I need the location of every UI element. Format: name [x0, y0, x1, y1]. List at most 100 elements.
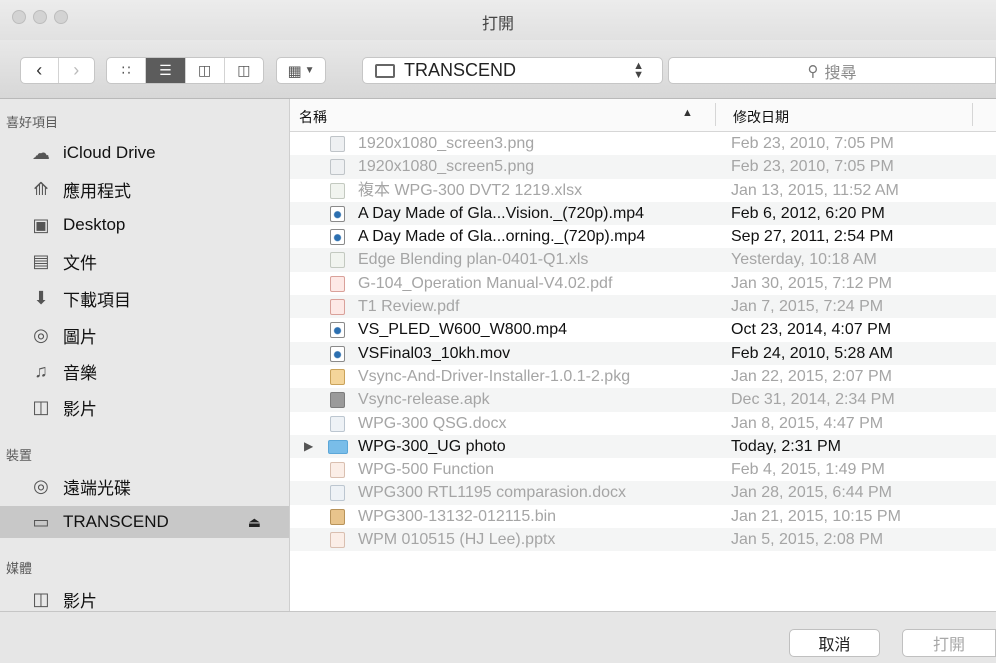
column-divider[interactable] [715, 103, 716, 126]
sidebar-item-pictures[interactable]: ◎ 圖片 [0, 319, 289, 351]
back-button[interactable]: ‹ [21, 58, 59, 83]
date-column-header[interactable]: 修改日期 [733, 107, 789, 127]
sidebar-item-documents[interactable]: ▤ 文件 [0, 245, 289, 277]
coverflow-view-icon: ◫ [237, 62, 251, 78]
applications-icon: ⟰ [33, 178, 49, 199]
cloud-icon: ☁ [32, 142, 50, 163]
movies-icon: ◫ [32, 396, 50, 417]
chevron-down-icon: ▼ [304, 65, 315, 76]
pdf-file-icon [330, 275, 345, 292]
file-row[interactable]: Vsync-And-Driver-Installer-1.0.1-2.pkg Ja… [290, 365, 996, 388]
file-rows: 1920x1080_screen3.png Feb 23, 2010, 7:05 … [290, 132, 996, 552]
file-row[interactable]: WPG300 RTL1195 comparasion.docx Jan 28, 2… [290, 481, 996, 505]
disclosure-triangle-icon[interactable]: ▶ [304, 435, 313, 458]
column-divider[interactable] [972, 103, 973, 126]
file-row[interactable]: 1920x1080_screen5.png Feb 23, 2010, 7:05 … [290, 155, 996, 179]
music-icon: ♫ [34, 360, 48, 381]
sidebar-item-music[interactable]: ♫ 音樂 [0, 355, 289, 387]
list-view-button[interactable]: ☰ [146, 58, 186, 83]
spreadsheet-file-icon [330, 182, 345, 199]
sidebar-item-downloads[interactable]: ⬇ 下載項目 [0, 282, 289, 314]
chevron-left-icon: ‹ [36, 60, 43, 80]
package-file-icon [330, 368, 345, 385]
file-modified-date: Jan 30, 2015, 7:12 PM [731, 274, 892, 292]
search-field[interactable]: ⚲ 搜尋 [668, 57, 996, 84]
file-modified-date: Sep 27, 2011, 2:54 PM [731, 228, 894, 246]
sidebar-item-icloud-drive[interactable]: ☁ iCloud Drive [0, 137, 289, 169]
eject-icon[interactable]: ⏏ [248, 514, 261, 531]
file-modified-date: Dec 31, 2014, 2:34 PM [731, 391, 895, 409]
toolbar: ‹ › ∷ ☰ ◫ ◫ ▦ ▼ TRANSCEND ▲ ▼ ⚲ 搜尋 [0, 40, 996, 99]
image-file-icon [330, 159, 345, 176]
file-row[interactable]: Edge Blending plan-0401-Q1.xls Yesterday,… [290, 248, 996, 272]
file-name: WPG300-13132-012115.bin [358, 507, 557, 525]
arrange-menu-button[interactable]: ▦ ▼ [276, 57, 326, 84]
view-mode-control: ∷ ☰ ◫ ◫ [106, 57, 264, 84]
file-row[interactable]: 複本 WPG-300 DVT2 1219.xlsx Jan 13, 2015, 1… [290, 179, 996, 202]
file-name: 複本 WPG-300 DVT2 1219.xlsx [358, 181, 583, 199]
file-modified-date: Jan 8, 2015, 4:47 PM [731, 414, 884, 432]
sidebar-item-movies[interactable]: ◫ 影片 [0, 391, 289, 423]
file-name: Edge Blending plan-0401-Q1.xls [358, 251, 589, 269]
file-row[interactable]: WPG-500 Function Feb 4, 2015, 1:49 PM [290, 458, 996, 481]
file-name: 1920x1080_screen5.png [358, 158, 535, 176]
updown-chevron-icon: ▲ ▼ [633, 59, 644, 81]
back-forward-control: ‹ › [20, 57, 95, 84]
file-row[interactable]: A Day Made of Gla...Vision._(720p).mp4 Fe… [290, 201, 996, 226]
sidebar-section-devices: 裝置 [6, 448, 33, 463]
video-file-icon [330, 205, 345, 222]
coverflow-view-button[interactable]: ◫ [225, 58, 263, 83]
open-button[interactable]: 打開 [902, 629, 996, 657]
file-name: G-104_Operation Manual-V4.02.pdf [358, 274, 613, 292]
sidebar-item-remote-disc[interactable]: ◎ 遠端光碟 [0, 470, 289, 502]
file-name: WPG-500 Function [358, 461, 495, 479]
file-row[interactable]: A Day Made of Gla...orning._(720p).mp4 Se… [290, 225, 996, 248]
file-name: 1920x1080_screen3.png [358, 135, 535, 152]
file-name: WPG-300 QSG.docx [358, 414, 507, 432]
arrange-grid-icon: ▦ [287, 62, 302, 80]
icon-view-button[interactable]: ∷ [107, 58, 147, 83]
file-row[interactable]: G-104_Operation Manual-V4.02.pdf Jan 30, … [290, 272, 996, 295]
column-view-icon: ◫ [198, 62, 212, 78]
file-name: VSFinal03_10kh.mov [358, 344, 511, 362]
disc-icon: ◎ [33, 475, 49, 496]
location-popup[interactable]: TRANSCEND ▲ ▼ [362, 57, 663, 84]
window-title: 打開 [481, 16, 514, 33]
file-row[interactable]: T1 Review.pdf Jan 7, 2015, 7:24 PM [290, 295, 996, 319]
file-row[interactable]: VSFinal03_10kh.mov Feb 24, 2010, 5:28 AM [290, 341, 996, 365]
column-view-button[interactable]: ◫ [186, 58, 225, 83]
file-name: VS_PLED_W600_W800.mp4 [358, 321, 567, 339]
file-name: Vsync-And-Driver-Installer-1.0.1-2.pkg [358, 367, 631, 385]
sidebar-item-applications[interactable]: ⟰ 應用程式 [0, 173, 289, 205]
apk-file-icon [330, 392, 345, 409]
file-row[interactable]: Vsync-release.apk Dec 31, 2014, 2:34 PM [290, 388, 996, 412]
pdf-file-icon [330, 299, 345, 316]
video-file-icon [330, 229, 345, 246]
file-row[interactable]: ▶ WPG-300_UG photo Today, 2:31 PM [290, 434, 996, 459]
file-name: Vsync-release.apk [358, 391, 490, 409]
file-row[interactable]: 1920x1080_screen3.png Feb 23, 2010, 7:05 … [290, 132, 996, 155]
file-row[interactable]: WPM 010515 (HJ Lee).pptx Jan 5, 2015, 2:0… [290, 528, 996, 552]
cancel-button[interactable]: 取消 [789, 629, 880, 657]
title-bar: 打開 [0, 0, 996, 40]
desktop-icon: ▣ [32, 214, 50, 235]
movies-icon: ◫ [32, 588, 50, 609]
file-name: WPG300 RTL1195 comparasion.docx [358, 484, 626, 502]
sidebar-item-desktop[interactable]: ▣ Desktop [0, 209, 289, 241]
folder-icon [328, 439, 348, 454]
file-modified-date: Feb 24, 2010, 5:28 AM [731, 344, 893, 362]
location-label: TRANSCEND [404, 60, 517, 80]
sidebar-item-transcend[interactable]: ▭ TRANSCEND ⏏ [0, 506, 289, 538]
search-icon: ⚲ [807, 62, 819, 80]
file-modified-date: Jan 5, 2015, 2:08 PM [731, 531, 884, 549]
file-list: 名稱 ▲ 修改日期 1920x1080_screen3.png Feb 23, 2… [290, 99, 996, 611]
file-row[interactable]: VS_PLED_W600_W800.mp4 Oct 23, 2014, 4:07 … [290, 318, 996, 341]
name-column-header[interactable]: 名稱 [299, 107, 327, 127]
file-row[interactable]: WPG-300 QSG.docx Jan 8, 2015, 4:47 PM [290, 412, 996, 435]
sidebar: 喜好項目 ☁ iCloud Drive ⟰ 應用程式 ▣ Desktop ▤ 文件 ⬇ 下… [0, 99, 290, 611]
forward-button[interactable]: › [59, 58, 95, 83]
file-modified-date: Jan 22, 2015, 2:07 PM [731, 367, 892, 385]
sort-ascending-icon: ▲ [682, 107, 693, 119]
file-modified-date: Feb 23, 2010, 7:05 PM [731, 135, 894, 152]
file-row[interactable]: WPG300-13132-012115.bin Jan 21, 2015, 10:… [290, 505, 996, 528]
